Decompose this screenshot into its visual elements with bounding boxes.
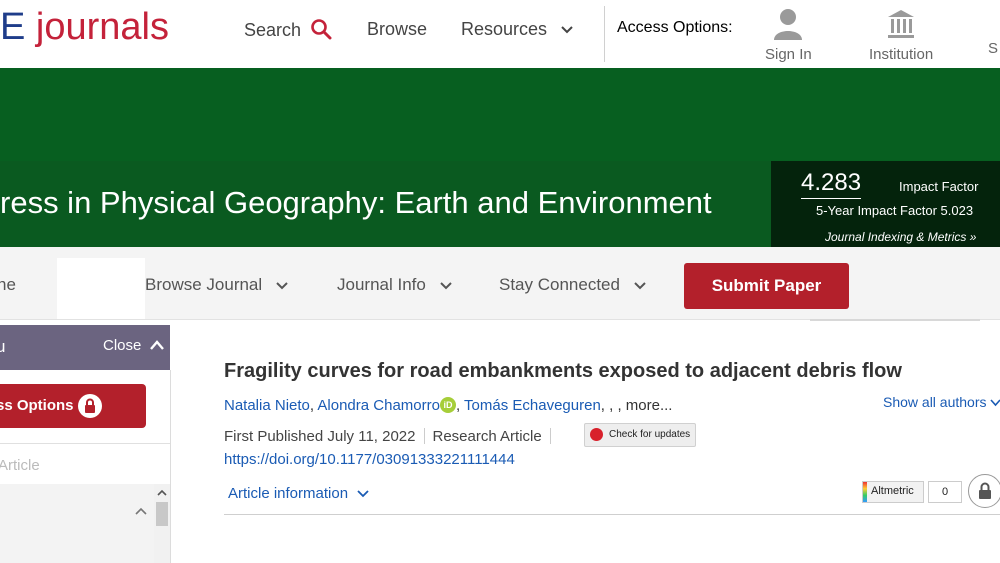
journal-title: ress in Physical Geography: Earth and En… [0,185,712,220]
impact-factor-value: 4.283 [801,170,862,199]
scrollbar-thumb[interactable] [156,502,168,526]
altmetric-label: Altmetric [871,485,914,497]
impact-factor-label: Impact Factor [899,179,979,194]
five-year-impact-factor: 5-Year Impact Factor 5.023 [816,203,974,218]
header-divider [604,6,605,62]
show-all-authors-link[interactable]: Show all authors [883,394,1000,410]
journal-info-label: Journal Info [337,275,426,294]
article-divider [224,514,1000,515]
altmetric-badge[interactable]: Altmetric [862,481,924,503]
sign-in-label: Sign In [765,46,812,63]
check-for-updates-button[interactable]: Check for updates [584,423,696,447]
nav-blank-area [57,258,145,319]
submit-paper-button[interactable]: Submit Paper [684,263,849,309]
resources-nav[interactable]: Resources [461,18,574,40]
journal-banner-top [0,68,1000,161]
show-all-authors-label: Show all authors [883,394,987,410]
sidebar-section [0,484,154,563]
access-item-partial[interactable]: S [988,40,998,57]
institution-button[interactable]: Institution [869,8,933,64]
article-type: Research Article [432,428,542,445]
meta-divider [423,428,425,444]
stay-connected-nav[interactable]: Stay Connected [499,275,647,295]
chevron-down-icon [439,281,452,289]
orcid-icon[interactable]: iD [439,397,456,413]
altmetric-icon [863,482,867,502]
access-options-button[interactable]: ss Options [0,384,146,428]
institution-icon [888,10,915,38]
search-icon [311,19,332,40]
chevron-down-icon [990,399,1000,407]
crossmark-icon [590,428,603,441]
access-options-label: Access Options: [617,19,733,36]
sign-in-button[interactable]: Sign In [765,8,812,64]
chevron-up-icon[interactable] [134,506,148,516]
home-nav-partial[interactable]: ne [0,275,16,295]
stay-connected-label: Stay Connected [499,275,620,294]
lock-icon [78,394,102,418]
institution-label: Institution [869,46,934,63]
search-label: Search [244,20,302,40]
author-list: Natalia Nieto, Alondra Chamorro iD, Tomás… [224,397,673,414]
search-nav[interactable]: Search [244,18,332,41]
first-published: First Published July 11, 2022 [224,428,416,445]
chevron-down-icon [276,281,288,289]
scroll-up-icon[interactable] [154,486,170,500]
chevron-up-icon [149,340,164,350]
site-logo[interactable]: E journals [0,4,169,50]
doi-link[interactable]: https://doi.org/10.1177/0309133322111144… [224,451,515,468]
more-authors[interactable]: , , , more... [601,397,673,414]
lock-icon [979,482,991,499]
chevron-down-icon [357,490,369,498]
access-status-button[interactable] [968,474,1000,508]
meta-divider [549,428,551,444]
check-for-updates-label: Check for updates [609,429,691,440]
sidebar-menu-label: u [0,337,6,356]
browse-journal-nav[interactable]: Browse Journal [145,275,289,295]
journal-info-nav[interactable]: Journal Info [337,275,453,295]
sidebar-divider [0,443,170,444]
altmetric-count: 0 [928,481,962,503]
article-meta: First Published July 11, 2022 Research Ar… [224,428,559,445]
close-label: Close [103,337,142,354]
author-link[interactable]: Tomás Echaveguren [464,397,601,414]
browse-nav[interactable]: Browse [367,18,427,40]
author-link[interactable]: Natalia Nieto [224,397,310,414]
chevron-down-icon [633,281,646,289]
journal-indexing-link[interactable]: Journal Indexing & Metrics » [825,230,976,244]
resources-label: Resources [461,19,548,39]
sidebar-article-item[interactable]: Article [0,457,40,474]
browse-journal-label: Browse Journal [145,275,263,294]
sidebar-close-button[interactable]: Close [103,337,165,354]
author-link[interactable]: Alondra Chamorro [317,397,440,414]
user-icon [774,9,803,40]
chevron-down-icon [561,26,573,34]
article-information-toggle[interactable]: Article information [228,485,369,502]
article-information-label: Article information [228,485,349,502]
nav-underline [810,319,980,321]
access-options-button-label: ss Options [0,397,74,414]
article-title: Fragility curves for road embankments ex… [224,360,902,382]
